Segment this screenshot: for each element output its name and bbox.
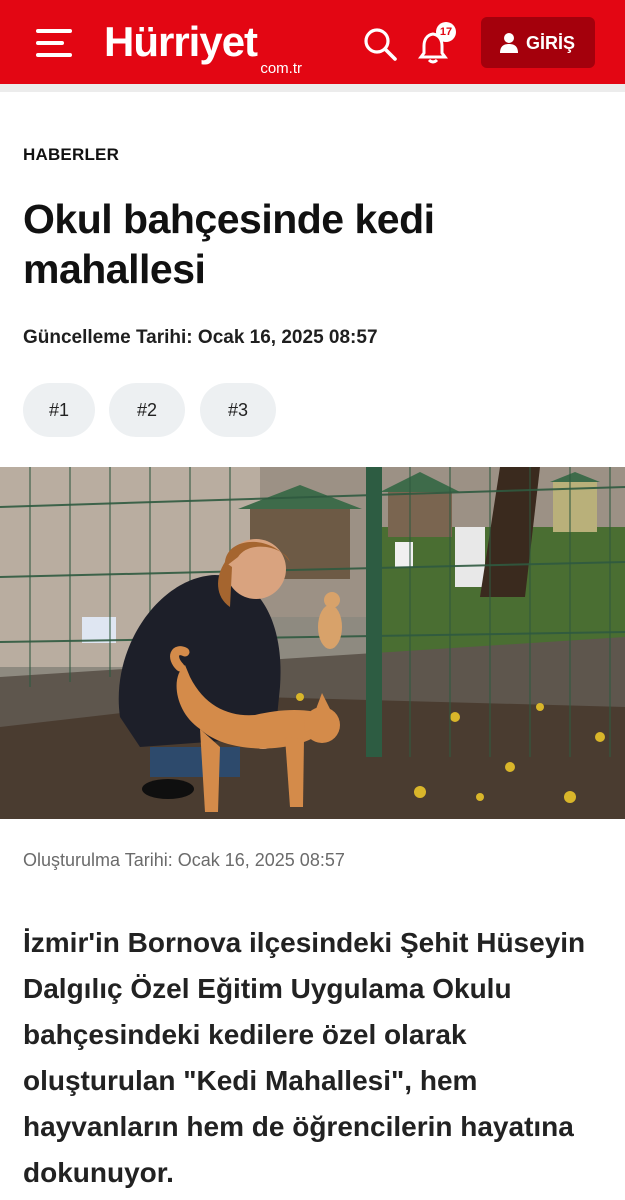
logo-subtext: com.tr [260, 60, 302, 77]
hamburger-icon[interactable] [36, 27, 72, 59]
user-icon [500, 33, 518, 53]
tag-3[interactable]: #3 [200, 383, 276, 437]
tag-2[interactable]: #2 [109, 383, 185, 437]
login-label: GİRİŞ [526, 33, 576, 53]
article-lead: İzmir'in Bornova ilçesindeki Şehit Hüsey… [23, 927, 586, 1188]
notification-badge: 17 [436, 22, 456, 42]
login-button[interactable]: GİRİŞ [481, 17, 595, 68]
search-icon[interactable] [362, 26, 398, 62]
article-title: Okul bahçesinde kedi mahallesi [23, 196, 435, 292]
article-category[interactable]: HABERLER [23, 145, 119, 165]
site-logo[interactable]: Hürriyet com.tr [104, 18, 304, 82]
top-header: Hürriyet com.tr 17 GİRİŞ [0, 0, 625, 84]
header-divider [0, 84, 625, 92]
article-photo[interactable] [0, 467, 625, 819]
tag-1[interactable]: #1 [23, 383, 95, 437]
logo-text: Hürriyet [104, 18, 258, 65]
created-date: Oluşturulma Tarihi: Ocak 16, 2025 08:57 [23, 850, 345, 870]
notifications-button[interactable]: 17 [416, 22, 460, 66]
updated-date: Güncelleme Tarihi: Ocak 16, 2025 08:57 [23, 327, 378, 348]
